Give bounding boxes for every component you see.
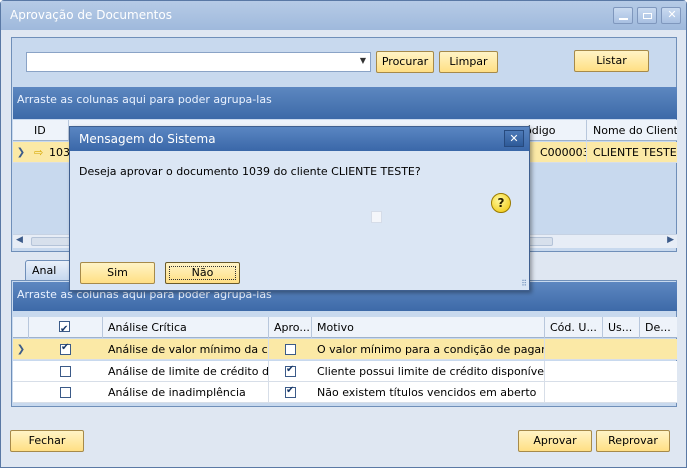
close-button[interactable]: Fechar xyxy=(10,430,84,452)
column-header-reason[interactable]: Motivo xyxy=(312,317,545,338)
dialog-title: Mensagem do Sistema xyxy=(70,127,529,151)
column-header-select[interactable] xyxy=(29,317,103,338)
scroll-right-icon[interactable]: ▶ xyxy=(667,235,674,245)
table-row[interactable]: ❯ Análise de valor mínimo da con... O va… xyxy=(13,339,677,360)
dialog-message: Deseja aprovar o documento 1039 do clien… xyxy=(79,165,421,178)
approve-checkbox[interactable] xyxy=(285,385,296,398)
row-select-checkbox[interactable] xyxy=(60,342,71,355)
scroll-left-icon[interactable]: ◀ xyxy=(16,235,23,245)
approve-button[interactable]: Aprovar xyxy=(518,430,592,452)
column-header-id[interactable]: ID xyxy=(29,120,69,141)
reason-cell: Não existem títulos vencidos em aberto xyxy=(312,382,545,403)
column-header-code-u[interactable]: Cód. U... xyxy=(545,317,603,338)
focus-rect xyxy=(169,266,236,280)
close-window-button[interactable]: ✕ xyxy=(661,7,681,24)
reason-cell: Cliente possui limite de crédito disponí… xyxy=(312,361,545,382)
column-header-analysis[interactable]: Análise Crítica xyxy=(103,317,269,338)
column-header-de[interactable]: De... xyxy=(640,317,677,338)
dialog-close-button[interactable]: ✕ xyxy=(504,130,524,147)
analysis-cell: Análise de limite de crédito dis... xyxy=(103,361,269,382)
no-button[interactable]: Não xyxy=(165,262,240,284)
dialog-body: Deseja aprovar o documento 1039 do clien… xyxy=(70,151,529,290)
row-indicator-icon: ❯ xyxy=(16,344,26,355)
window-title: Aprovação de Documentos xyxy=(10,8,172,22)
reject-button[interactable]: Reprovar xyxy=(596,430,670,452)
minimize-button[interactable] xyxy=(613,7,633,24)
row-header-corner xyxy=(13,317,29,338)
select-all-checkbox[interactable] xyxy=(59,319,70,338)
resize-grip-icon[interactable]: ⠿ xyxy=(521,279,527,288)
analysis-cell: Análise de valor mínimo da con... xyxy=(103,339,269,360)
placeholder-box xyxy=(371,211,382,223)
approval-window: Aprovação de Documentos ✕ ▼ Procurar Lim… xyxy=(0,0,687,468)
question-icon: ? xyxy=(491,193,511,213)
row-code: C000003 xyxy=(520,142,587,163)
bottom-grid-header: Análise Crítica Apro... Motivo Cód. U...… xyxy=(13,317,677,338)
tab-analysis[interactable]: Anal xyxy=(25,260,73,280)
approve-checkbox[interactable] xyxy=(285,344,296,355)
row-indicator-icon: ❯ xyxy=(16,147,26,158)
yes-button[interactable]: Sim xyxy=(80,262,155,284)
system-message-dialog: Mensagem do Sistema ✕ Deseja aprovar o d… xyxy=(69,126,530,291)
list-button[interactable]: Listar xyxy=(574,50,649,72)
column-header-client[interactable]: Nome do Cliente xyxy=(588,120,677,141)
close-icon: ✕ xyxy=(509,132,519,145)
close-icon: ✕ xyxy=(667,8,677,21)
search-combo[interactable]: ▼ xyxy=(26,52,371,72)
group-by-bar[interactable]: Arraste as colunas aqui para poder agrup… xyxy=(13,87,677,119)
column-header-us[interactable]: Us... xyxy=(603,317,640,338)
chevron-down-icon[interactable]: ▼ xyxy=(360,56,366,65)
maximize-button[interactable] xyxy=(637,7,657,24)
column-header-code[interactable]: ódigo xyxy=(520,120,587,141)
table-row[interactable]: Análise de inadimplência Não existem tít… xyxy=(13,382,677,403)
reason-cell: O valor mínimo para a condição de pagame… xyxy=(312,339,545,360)
column-header-approve[interactable]: Apro... xyxy=(269,317,312,338)
clear-button[interactable]: Limpar xyxy=(439,51,498,73)
row-select-checkbox[interactable] xyxy=(60,366,71,377)
analysis-cell: Análise de inadimplência xyxy=(103,382,269,403)
analysis-panel: Arraste as colunas aqui para poder agrup… xyxy=(11,280,677,407)
approve-checkbox[interactable] xyxy=(285,364,296,377)
minimize-icon xyxy=(619,18,628,20)
title-bar: Aprovação de Documentos ✕ xyxy=(1,1,686,30)
maximize-icon xyxy=(643,13,652,19)
row-client: CLIENTE TESTE xyxy=(593,146,677,159)
search-button[interactable]: Procurar xyxy=(376,51,434,73)
table-row[interactable]: Análise de limite de crédito dis... Clie… xyxy=(13,361,677,382)
row-select-checkbox[interactable] xyxy=(60,387,71,398)
